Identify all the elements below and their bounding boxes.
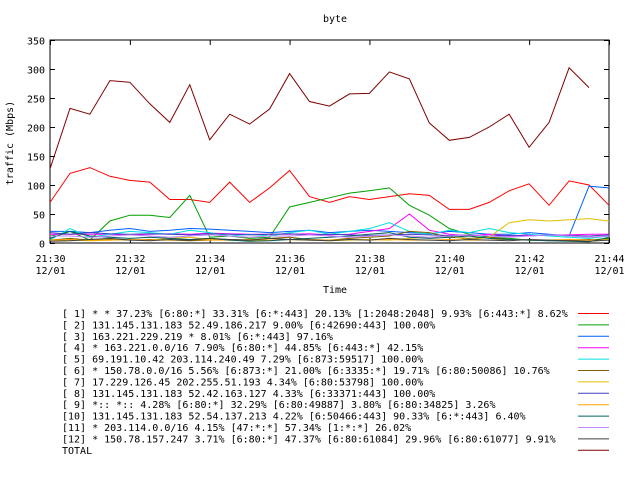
legend-entry-7: [ 7] 17.229.126.45 202.255.51.193 4.34% … <box>62 377 423 388</box>
x-tick-label-date: 12/01 <box>115 266 145 277</box>
x-tick-label-date: 12/01 <box>195 266 225 277</box>
x-tick-label-time: 21:42 <box>515 254 545 265</box>
y-axis-label: traffic (Mbps) <box>5 101 16 185</box>
x-axis-label: Time <box>323 285 347 296</box>
x-tick-label-time: 21:30 <box>35 254 65 265</box>
chart-title: byte <box>323 14 347 25</box>
series-line-3 <box>50 185 610 237</box>
legend-entry-1: [ 1] * * 37.23% [6:80:*] 33.31% [6:*:443… <box>62 309 568 320</box>
y-tick-label: 0 <box>39 240 45 251</box>
x-tick-label-date: 12/01 <box>275 266 305 277</box>
series-line-1 <box>49 167 610 210</box>
x-axis: 21:3012/0121:3212/0121:3412/0121:3612/01… <box>35 40 625 277</box>
x-tick-label-time: 21:36 <box>275 254 305 265</box>
x-tick-label-time: 21:34 <box>195 254 225 265</box>
legend-entry-12: [12] * 150.78.157.247 3.71% [6:80:*] 47.… <box>62 434 556 445</box>
series-line-13 <box>49 66 590 169</box>
y-tick-label: 200 <box>27 124 45 135</box>
legend-entry-13: TOTAL <box>62 446 92 457</box>
legend-entry-11: [11] * 203.114.0.0/16 4.15% [47:*:*] 57.… <box>62 423 411 434</box>
series-lines <box>49 66 610 243</box>
legend-entry-8: [ 8] 131.145.131.183 52.42.163.127 4.33%… <box>62 389 435 400</box>
y-tick-label: 250 <box>27 95 45 106</box>
y-tick-label: 150 <box>27 153 45 164</box>
x-tick-label-time: 21:38 <box>355 254 385 265</box>
legend-entry-4: [ 4] * 163.221.0.0/16 7.90% [6:80:*] 44.… <box>62 343 423 354</box>
legend-entry-3: [ 3] 163.221.229.219 * 8.01% [6:*:443] 9… <box>62 332 333 343</box>
legend-entry-2: [ 2] 131.145.131.183 52.49.186.217 9.00%… <box>62 320 435 331</box>
x-tick-label-date: 12/01 <box>435 266 465 277</box>
x-tick-label-date: 12/01 <box>594 266 624 277</box>
x-tick-label-time: 21:40 <box>435 254 465 265</box>
traffic-chart: byte 050100150200250300350 21:3012/0121:… <box>5 14 625 457</box>
y-tick-label: 50 <box>33 211 45 222</box>
legend-entry-10: [10] 131.145.131.183 52.54.137.213 4.22%… <box>62 412 526 423</box>
legend: [ 1] * * 37.23% [6:80:*] 33.31% [6:*:443… <box>62 309 609 457</box>
y-tick-label: 100 <box>27 182 45 193</box>
y-tick-label: 350 <box>27 37 45 48</box>
legend-entry-5: [ 5] 69.191.10.42 203.114.240.49 7.29% [… <box>62 355 423 366</box>
x-tick-label-date: 12/01 <box>35 266 65 277</box>
legend-entry-6: [ 6] * 150.78.0.0/16 5.56% [6:873:*] 21.… <box>62 366 550 377</box>
x-tick-label-date: 12/01 <box>515 266 545 277</box>
legend-entry-9: [ 9] *:: *:: 4.28% [6:80:*] 32.29% [6:80… <box>62 400 495 411</box>
x-tick-label-date: 12/01 <box>355 266 385 277</box>
x-tick-label-time: 21:32 <box>115 254 145 265</box>
x-tick-label-time: 21:44 <box>594 254 624 265</box>
y-axis: 0 50 100 150 200 250 300 350 <box>27 37 609 251</box>
y-tick-label: 300 <box>27 66 45 77</box>
